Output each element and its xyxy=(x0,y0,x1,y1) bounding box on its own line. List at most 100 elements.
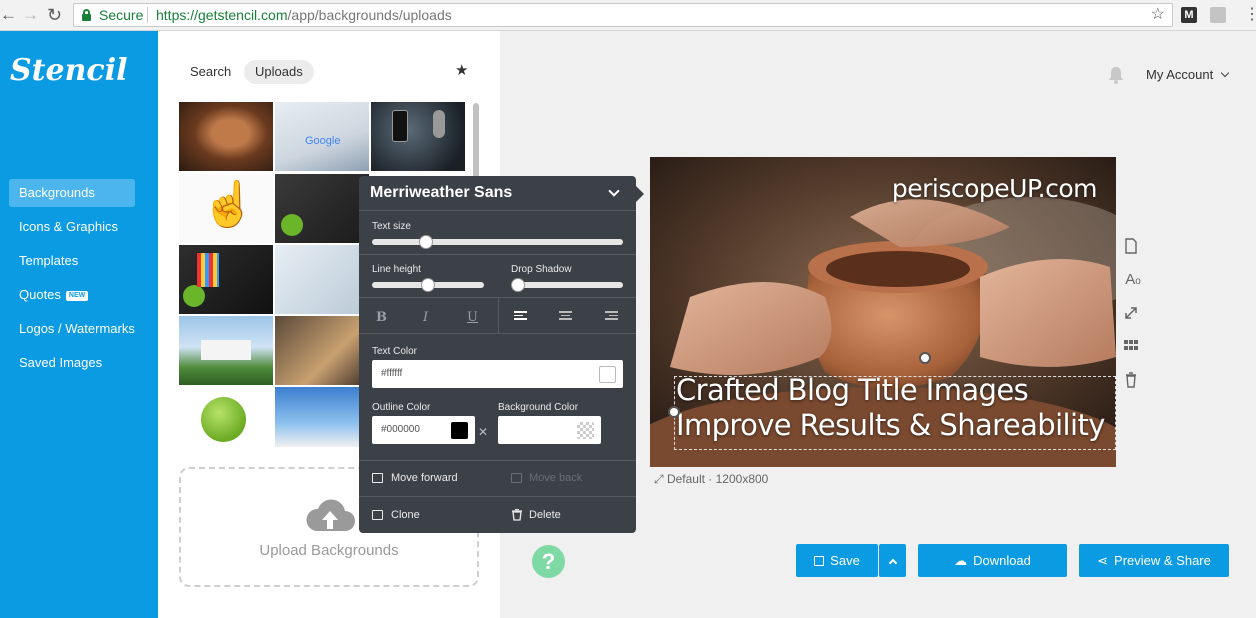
url-host: https://getstencil.com xyxy=(156,7,288,23)
line-height-label: Line height xyxy=(372,264,421,275)
text-color-swatch[interactable] xyxy=(599,366,616,383)
move-forward-button[interactable]: Move forward xyxy=(391,472,458,484)
extension-icon[interactable] xyxy=(1210,7,1226,23)
chevron-down-icon xyxy=(608,185,620,197)
italic-button[interactable]: I xyxy=(423,310,428,325)
thumbnail-sky-clouds[interactable] xyxy=(275,387,369,447)
thumbnail-phone-mic[interactable] xyxy=(371,102,465,171)
reload-icon[interactable]: ↻ xyxy=(47,5,62,25)
grid-icon[interactable] xyxy=(1122,337,1140,355)
line-height-knob[interactable] xyxy=(421,278,435,292)
save-options-button[interactable] xyxy=(879,544,906,577)
pencils-shape xyxy=(197,253,219,287)
thumbnail-green-apple-globe[interactable] xyxy=(179,387,273,447)
notification-bell-icon[interactable] xyxy=(1106,65,1126,85)
drop-shadow-slider[interactable] xyxy=(511,278,623,292)
title-line-2: Improve Results & Shareability xyxy=(676,408,1105,442)
outline-color-input[interactable]: #000000 xyxy=(372,416,475,444)
address-separator xyxy=(147,7,148,23)
clone-button[interactable]: Clone xyxy=(391,509,420,521)
browser-menu-icon[interactable]: ⋮ xyxy=(1244,4,1256,24)
title-text-box[interactable]: Crafted Blog Title Images Improve Result… xyxy=(674,373,1116,450)
trash-icon[interactable] xyxy=(1122,371,1140,389)
url-path: /app/backgrounds/uploads xyxy=(287,7,452,23)
drop-shadow-label: Drop Shadow xyxy=(511,264,572,275)
divider xyxy=(359,254,636,255)
font-selector[interactable]: Merriweather Sans xyxy=(359,176,636,211)
thumbnail-white-house[interactable] xyxy=(179,316,273,385)
thumbnail-pencils-apple[interactable] xyxy=(275,174,369,243)
phone-shape xyxy=(392,110,408,142)
url-text: https://getstencil.com/app/backgrounds/u… xyxy=(156,4,452,26)
google-logo: Google xyxy=(305,135,341,147)
rotate-handle[interactable] xyxy=(919,352,931,364)
tab-search[interactable]: Search xyxy=(179,60,242,84)
cloud-download-icon: ☁ xyxy=(954,553,968,568)
sidebar-item-label: Quotes xyxy=(19,287,61,302)
text-color-input[interactable]: #ffffff xyxy=(372,360,623,388)
watermark-text[interactable]: periscopeUP.com xyxy=(892,174,1098,203)
sidebar-item-backgrounds[interactable]: Backgrounds xyxy=(9,179,135,207)
apple-shape xyxy=(183,285,205,307)
clone-icon xyxy=(372,510,383,520)
sidebar-item-label: Icons & Graphics xyxy=(19,219,118,234)
cloud-upload-icon xyxy=(306,499,355,531)
divider xyxy=(359,496,636,497)
my-account-menu[interactable]: My Account xyxy=(1146,67,1230,82)
move-back-button[interactable]: Move back xyxy=(529,472,582,484)
bookmark-star-icon[interactable]: ☆ xyxy=(1151,4,1165,26)
divider xyxy=(359,333,636,334)
thumbnail-cursor-hand[interactable]: ☝ xyxy=(179,174,273,243)
preview-share-button[interactable]: ⋖ Preview & Share xyxy=(1079,544,1229,577)
thumbnail-pencils-apple-2[interactable] xyxy=(179,245,273,314)
drop-shadow-knob[interactable] xyxy=(511,278,525,292)
lock-icon xyxy=(82,9,91,21)
address-bar[interactable]: Secure https://getstencil.com/app/backgr… xyxy=(73,3,1173,27)
move-forward-icon xyxy=(372,473,383,483)
bold-button[interactable]: B xyxy=(376,310,387,325)
sidebar-item-label: Logos / Watermarks xyxy=(19,321,135,336)
sidebar-item-icons-graphics[interactable]: Icons & Graphics xyxy=(9,213,135,241)
thumbnail-person-sunset[interactable] xyxy=(275,316,369,385)
save-button[interactable]: Save xyxy=(796,544,878,577)
font-name: Merriweather Sans xyxy=(370,184,513,201)
background-color-input[interactable] xyxy=(498,416,601,444)
sidebar-item-saved-images[interactable]: Saved Images xyxy=(9,349,135,377)
thumbnail-mouse-hand[interactable] xyxy=(275,245,369,314)
download-button[interactable]: ☁ Download xyxy=(918,544,1067,577)
text-size-slider[interactable] xyxy=(372,235,623,249)
page-icon[interactable] xyxy=(1122,237,1140,255)
align-left-icon[interactable] xyxy=(514,311,527,321)
forward-icon[interactable]: → xyxy=(22,5,39,25)
share-icon: ⋖ xyxy=(1097,553,1109,568)
stencil-logo[interactable]: Stencil xyxy=(10,53,127,88)
thumbnail-google[interactable]: Google xyxy=(275,102,369,171)
sidebar-item-quotes[interactable]: Quotes NEW xyxy=(9,281,135,309)
delete-button[interactable]: Delete xyxy=(529,509,561,521)
outline-color-swatch[interactable] xyxy=(451,422,468,439)
thumbnail-pottery[interactable] xyxy=(179,102,273,171)
outline-color-label: Outline Color xyxy=(372,402,431,413)
my-account-label: My Account xyxy=(1146,67,1214,82)
canvas-size-info[interactable]: ⤢ Default · 1200x800 xyxy=(654,472,768,487)
favorites-star-icon[interactable]: ★ xyxy=(455,61,468,79)
design-canvas[interactable]: periscopeUP.com Crafted Blog Title Image… xyxy=(650,157,1116,467)
back-icon[interactable]: ← xyxy=(0,5,17,25)
divider xyxy=(359,460,636,461)
extension-m-icon[interactable]: M xyxy=(1181,7,1197,23)
sidebar-item-templates[interactable]: Templates xyxy=(9,247,135,275)
clear-outline-icon[interactable]: ✕ xyxy=(478,425,488,439)
sidebar-item-logos-watermarks[interactable]: Logos / Watermarks xyxy=(9,315,135,343)
tab-uploads[interactable]: Uploads xyxy=(244,60,314,84)
text-size-knob[interactable] xyxy=(419,235,433,249)
line-height-slider[interactable] xyxy=(372,278,484,292)
trash-icon xyxy=(512,509,522,521)
help-button[interactable]: ? xyxy=(532,545,565,578)
expand-icon[interactable] xyxy=(1122,304,1140,322)
resize-handle-left[interactable] xyxy=(668,406,680,418)
text-style-icon[interactable]: Ao xyxy=(1122,271,1144,289)
background-color-swatch[interactable] xyxy=(577,422,594,439)
align-center-icon[interactable] xyxy=(559,311,572,321)
underline-button[interactable]: U xyxy=(467,310,478,325)
align-right-icon[interactable] xyxy=(605,311,618,321)
